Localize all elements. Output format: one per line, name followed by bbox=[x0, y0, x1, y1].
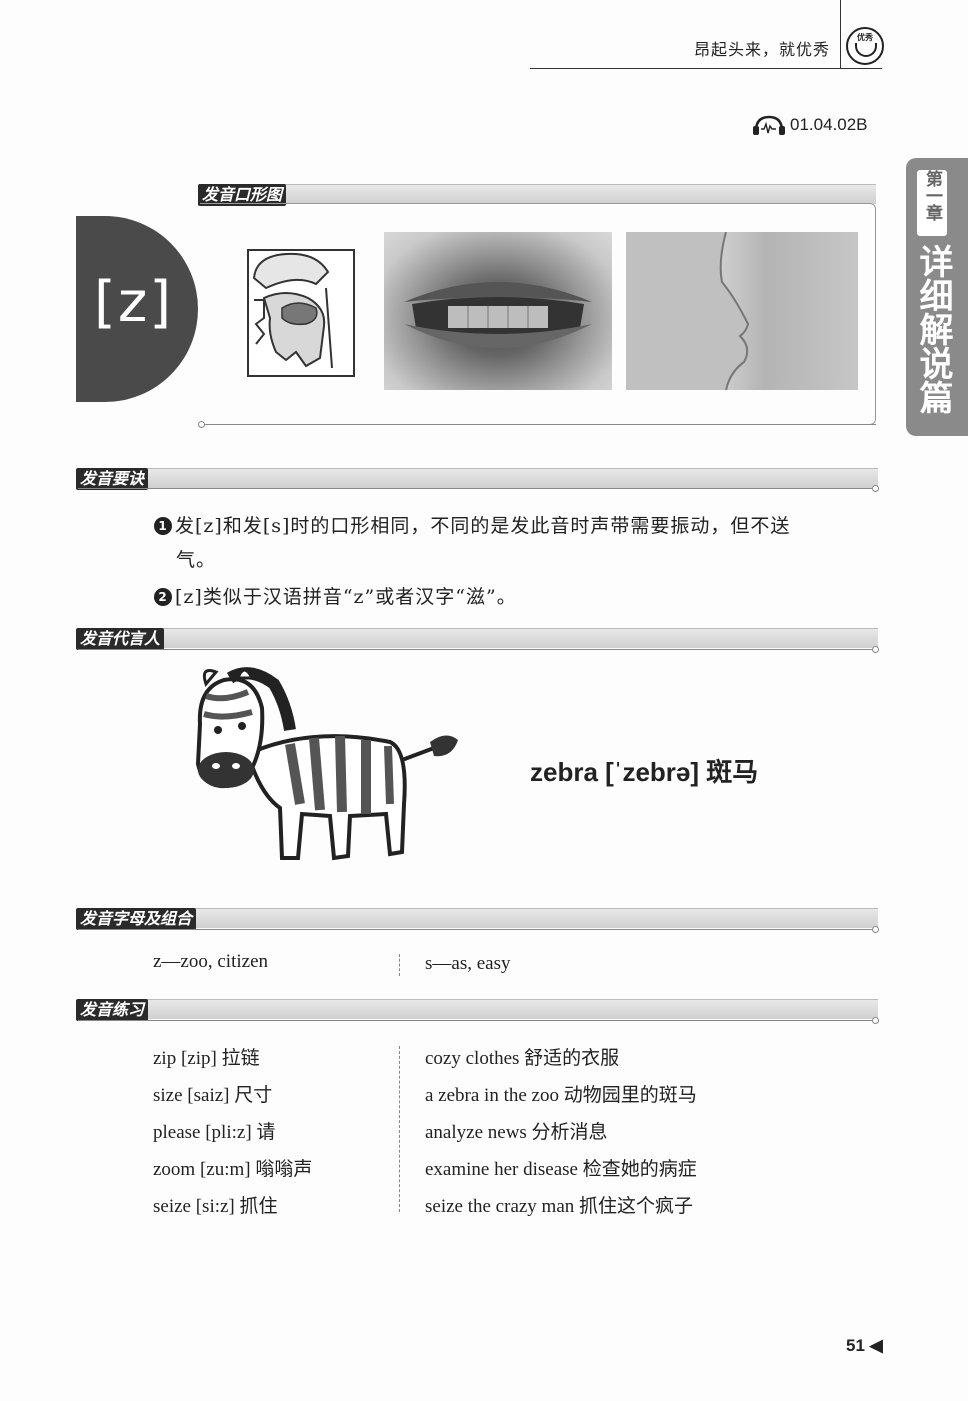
column-divider bbox=[399, 954, 400, 976]
chapter-label: 第一章 bbox=[922, 170, 942, 221]
practice-phrase: cozy clothes 舒适的衣服 bbox=[425, 1048, 620, 1069]
double-arrow-left-icon: ◀ bbox=[869, 1336, 883, 1355]
rule-dot bbox=[872, 926, 879, 933]
vocal-tract-diagram bbox=[247, 249, 355, 377]
point-number-badge: 1 bbox=[154, 517, 172, 535]
zebra-illustration bbox=[195, 667, 458, 861]
logo-icon: 优秀 bbox=[846, 27, 884, 65]
section-label-key-points: 发音要诀 bbox=[76, 468, 149, 490]
practice-word: zoom [zu:m] 嗡嗡声 bbox=[153, 1159, 313, 1180]
section-bar bbox=[78, 468, 878, 488]
spokesperson-word: zebra [ˈzebrə] 斑马 bbox=[530, 757, 759, 787]
rule-dot bbox=[872, 485, 879, 492]
section-rule bbox=[78, 1020, 876, 1021]
practice-phrase: a zebra in the zoo 动物园里的斑马 bbox=[425, 1085, 697, 1106]
mouth-front-photo bbox=[384, 232, 612, 390]
practice-phrase: analyze news 分析消息 bbox=[425, 1122, 608, 1143]
practice-word: seize [si:z] 抓住 bbox=[153, 1196, 278, 1217]
practice-word: size [saiz] 尺寸 bbox=[153, 1085, 273, 1106]
practice-word: please [pli:z] 请 bbox=[153, 1122, 276, 1143]
section-label-letters: 发音字母及组合 bbox=[76, 908, 197, 930]
key-point-1-line-1: 发[z]和发[s]时的口形相同，不同的是发此音时声带需要振动，但不送 bbox=[175, 515, 791, 537]
panel-rule bbox=[204, 424, 876, 425]
section-rule bbox=[78, 929, 876, 930]
section-rule bbox=[78, 649, 876, 650]
header-title: 昂起头来，就优秀 bbox=[694, 40, 831, 59]
headphones-icon bbox=[753, 115, 785, 135]
practice-word: zip [zip] 拉链 bbox=[153, 1048, 260, 1069]
practice-phrase: seize the crazy man 抓住这个疯子 bbox=[425, 1196, 694, 1217]
chapter-title: 详细解说篇 bbox=[913, 244, 953, 422]
letter-combination-left: z—zoo, citizen bbox=[153, 951, 269, 972]
section-bar bbox=[78, 908, 878, 928]
point-number-badge: 2 bbox=[154, 588, 172, 606]
header-divider bbox=[840, 0, 841, 68]
section-rule bbox=[78, 488, 876, 489]
key-point-1-line-2: 气。 bbox=[176, 549, 217, 571]
section-label-spokesperson: 发音代言人 bbox=[76, 628, 165, 650]
section-bar bbox=[78, 628, 878, 648]
key-point-2: 2 [z]类似于汉语拼音“z”或者汉字“滋”。 bbox=[154, 582, 517, 609]
phoneme-symbol: [z] bbox=[94, 270, 174, 335]
chapter-number: 第一章 bbox=[917, 170, 947, 236]
section-bar bbox=[78, 999, 878, 1019]
rule-dot bbox=[872, 646, 879, 653]
mouth-side-photo bbox=[626, 231, 858, 391]
audio-code: 01.04.02B bbox=[790, 115, 868, 134]
section-bar bbox=[200, 184, 876, 204]
practice-phrase: examine her disease 检查她的病症 bbox=[425, 1159, 697, 1180]
header-rule bbox=[530, 68, 882, 69]
key-point-2-line-1: [z]类似于汉语拼音“z”或者汉字“滋”。 bbox=[175, 586, 517, 608]
logo-text: 优秀 bbox=[857, 33, 873, 42]
section-label-practice: 发音练习 bbox=[76, 999, 149, 1021]
chapter-title-text: 详细解说篇 bbox=[913, 244, 953, 414]
page-number-text: 51 bbox=[846, 1336, 865, 1355]
rule-dot bbox=[198, 421, 205, 428]
audio-track: 01.04.02B bbox=[752, 115, 868, 135]
column-divider bbox=[399, 1046, 400, 1212]
rule-dot bbox=[872, 1017, 879, 1024]
key-point-1: 1 发[z]和发[s]时的口形相同，不同的是发此音时声带需要振动，但不送 bbox=[154, 511, 790, 538]
letter-combination-right: s—as, easy bbox=[425, 953, 511, 974]
page-number: 51 ◀ bbox=[846, 1336, 883, 1356]
